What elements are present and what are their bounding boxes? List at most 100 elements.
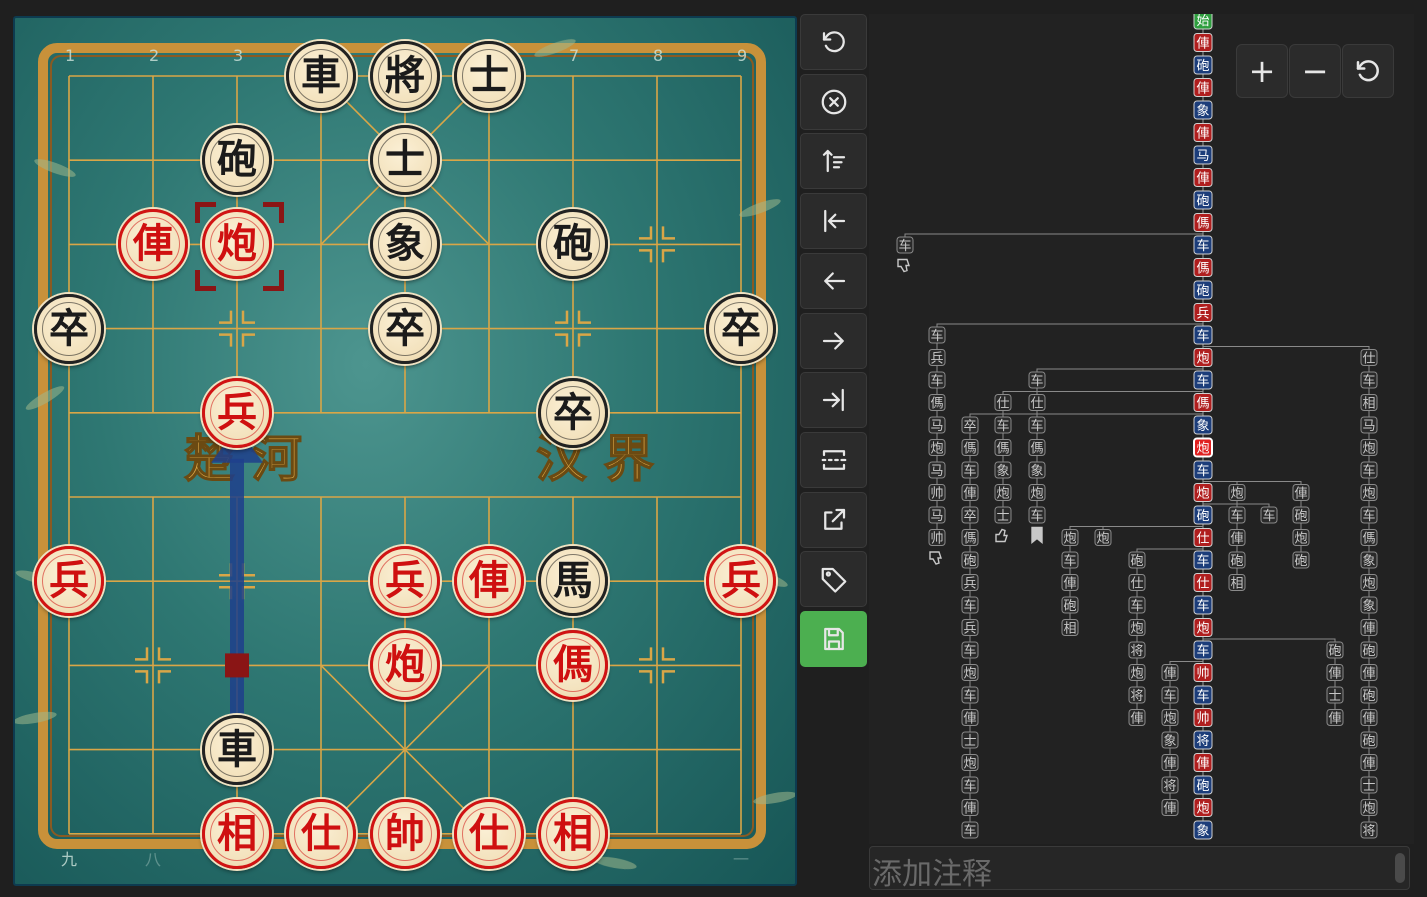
xiangqi-board[interactable]: 楚 河汉 界 1 2 3 7 8 9 九 八 一 車將士砲士俥炮象砲卒卒卒兵卒兵… <box>13 16 797 886</box>
main-move-9[interactable]: 傌 <box>1193 213 1213 232</box>
variation-move-1-7[interactable]: 帅 <box>928 484 946 502</box>
variation-move-2-6[interactable]: 砲 <box>961 551 979 569</box>
main-move-19[interactable]: 炮 <box>1193 437 1213 458</box>
piece-black-13[interactable]: 卒 <box>538 377 608 448</box>
variation-move-13-14[interactable]: 俥 <box>1360 664 1378 682</box>
piece-black-8[interactable]: 砲 <box>538 209 608 280</box>
main-move-26[interactable]: 车 <box>1193 595 1213 615</box>
piece-black-10[interactable]: 卒 <box>370 293 440 364</box>
main-move-14[interactable]: 车 <box>1193 325 1213 345</box>
piece-red-15[interactable]: 兵 <box>370 546 440 617</box>
last-move-button[interactable] <box>800 372 867 429</box>
variation-move-1-3[interactable]: 傌 <box>928 394 946 412</box>
zoom-reset-button[interactable] <box>1342 44 1394 98</box>
piece-red-18[interactable]: 兵 <box>706 546 776 617</box>
variation-move-2-0[interactable]: 卒 <box>961 416 979 434</box>
save-button[interactable] <box>800 611 867 667</box>
piece-black-21[interactable]: 車 <box>202 714 272 785</box>
variation-move-2-8[interactable]: 车 <box>961 596 979 614</box>
variation-move-11-1[interactable]: 砲 <box>1292 506 1310 524</box>
variation-move-6-0[interactable]: 炮 <box>1094 529 1112 547</box>
main-move-12[interactable]: 砲 <box>1193 280 1213 300</box>
variation-move-13-19[interactable]: 士 <box>1360 776 1378 794</box>
main-move-21[interactable]: 炮 <box>1193 483 1213 502</box>
variation-move-4-1[interactable]: 仕 <box>1028 394 1046 412</box>
variation-move-12-3[interactable]: 俥 <box>1326 709 1344 727</box>
variation-move-12-0[interactable]: 砲 <box>1326 641 1344 659</box>
main-move-35[interactable]: 炮 <box>1193 798 1213 817</box>
variation-move-2-3[interactable]: 俥 <box>961 484 979 502</box>
variation-move-8-3[interactable]: 象 <box>1161 731 1179 749</box>
next-move-button[interactable] <box>800 312 867 369</box>
zoom-out-button[interactable]: − <box>1289 44 1341 98</box>
variation-move-4-0[interactable]: 车 <box>1028 371 1046 389</box>
main-move-16[interactable]: 车 <box>1193 370 1213 390</box>
variation-move-1-1[interactable]: 兵 <box>928 349 946 367</box>
main-move-15[interactable]: 炮 <box>1193 348 1213 367</box>
variation-move-9-4[interactable]: 相 <box>1228 574 1246 592</box>
piece-black-2[interactable]: 士 <box>454 41 524 111</box>
comment-scrollbar[interactable] <box>1395 853 1405 883</box>
variation-move-12-2[interactable]: 士 <box>1326 686 1344 704</box>
variation-move-4-5[interactable]: 炮 <box>1028 484 1046 502</box>
fullscreen-button[interactable] <box>800 431 867 488</box>
variation-move-1-5[interactable]: 炮 <box>928 439 946 457</box>
variation-move-13-0[interactable]: 仕 <box>1360 349 1378 367</box>
piece-red-16[interactable]: 俥 <box>454 546 524 617</box>
piece-black-17[interactable]: 馬 <box>538 546 608 617</box>
comment-input[interactable]: 添加注释 <box>869 846 1410 892</box>
variation-move-8-0[interactable]: 俥 <box>1161 664 1179 682</box>
variation-move-13-4[interactable]: 炮 <box>1360 439 1378 457</box>
main-move-36[interactable]: 象 <box>1193 820 1213 840</box>
variation-move-2-13[interactable]: 俥 <box>961 709 979 727</box>
variation-move-0-0[interactable]: 车 <box>896 236 914 254</box>
variation-move-13-16[interactable]: 俥 <box>1360 709 1378 727</box>
main-move-4[interactable]: 象 <box>1193 100 1213 120</box>
variation-move-13-17[interactable]: 砲 <box>1360 731 1378 749</box>
variation-move-4-3[interactable]: 傌 <box>1028 439 1046 457</box>
piece-black-9[interactable]: 卒 <box>34 293 104 364</box>
variation-move-1-2[interactable]: 车 <box>928 371 946 389</box>
main-move-10[interactable]: 车 <box>1193 235 1213 255</box>
main-move-33[interactable]: 俥 <box>1193 753 1213 772</box>
variation-move-2-14[interactable]: 士 <box>961 731 979 749</box>
variation-move-2-7[interactable]: 兵 <box>961 574 979 592</box>
variation-move-3-1[interactable]: 车 <box>994 416 1012 434</box>
variation-move-3-0[interactable]: 仕 <box>994 394 1012 412</box>
variation-move-12-1[interactable]: 俥 <box>1326 664 1344 682</box>
variation-move-2-10[interactable]: 车 <box>961 641 979 659</box>
variation-move-13-6[interactable]: 炮 <box>1360 484 1378 502</box>
variation-move-7-1[interactable]: 仕 <box>1128 574 1146 592</box>
main-move-3[interactable]: 俥 <box>1193 78 1213 97</box>
main-move-34[interactable]: 砲 <box>1193 775 1213 795</box>
main-move-24[interactable]: 车 <box>1193 550 1213 570</box>
variation-move-8-6[interactable]: 俥 <box>1161 799 1179 817</box>
piece-red-23[interactable]: 仕 <box>286 798 356 869</box>
variation-move-11-0[interactable]: 俥 <box>1292 484 1310 502</box>
piece-black-0[interactable]: 車 <box>286 41 356 111</box>
variation-move-2-4[interactable]: 卒 <box>961 506 979 524</box>
variation-move-8-5[interactable]: 将 <box>1161 776 1179 794</box>
variation-move-9-2[interactable]: 俥 <box>1228 529 1246 547</box>
variation-move-2-5[interactable]: 傌 <box>961 529 979 547</box>
piece-red-12[interactable]: 兵 <box>202 377 272 448</box>
clear-button[interactable] <box>800 73 867 130</box>
variation-move-5-4[interactable]: 相 <box>1061 619 1079 637</box>
piece-red-14[interactable]: 兵 <box>34 546 104 617</box>
variation-move-7-3[interactable]: 炮 <box>1128 619 1146 637</box>
main-move-0[interactable]: 始 <box>1193 14 1213 30</box>
variation-move-13-12[interactable]: 俥 <box>1360 619 1378 637</box>
piece-red-5[interactable]: 俥 <box>118 209 188 280</box>
variation-move-13-20[interactable]: 炮 <box>1360 799 1378 817</box>
variation-move-1-6[interactable]: 马 <box>928 461 946 479</box>
variation-move-2-15[interactable]: 炮 <box>961 754 979 772</box>
variation-move-2-11[interactable]: 炮 <box>961 664 979 682</box>
thumb-down-icon[interactable] <box>929 551 942 565</box>
main-move-6[interactable]: 马 <box>1193 145 1213 165</box>
piece-black-11[interactable]: 卒 <box>706 293 776 364</box>
variation-move-5-3[interactable]: 砲 <box>1061 596 1079 614</box>
variation-move-13-21[interactable]: 将 <box>1360 821 1378 839</box>
main-move-32[interactable]: 将 <box>1193 730 1213 750</box>
variation-move-9-3[interactable]: 砲 <box>1228 551 1246 569</box>
variation-move-13-15[interactable]: 砲 <box>1360 686 1378 704</box>
